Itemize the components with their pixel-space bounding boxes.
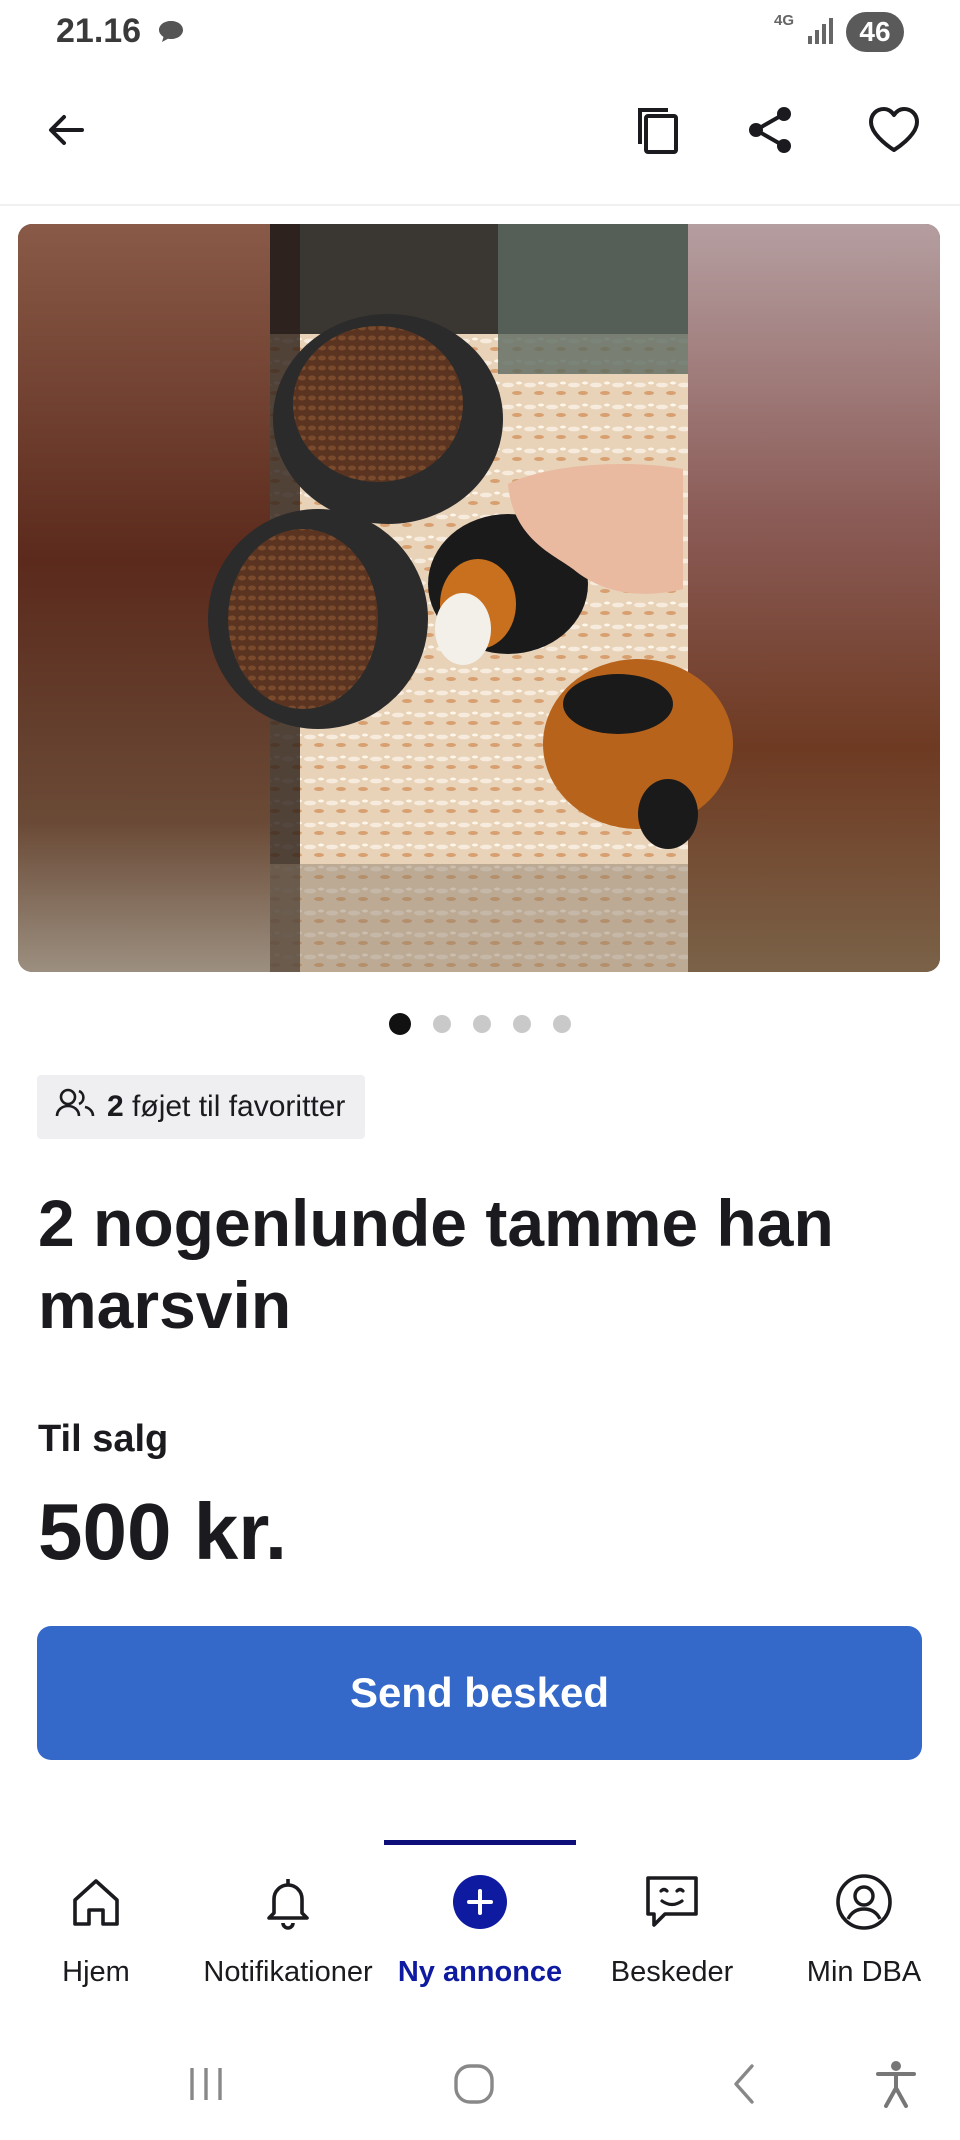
- nav-home-label: Hjem: [62, 1956, 130, 1988]
- top-app-bar: [0, 64, 960, 206]
- message-icon: [640, 1870, 704, 1934]
- back-button[interactable]: [30, 96, 102, 168]
- recent-apps-button[interactable]: [184, 2062, 228, 2111]
- favorites-badge: 2 føjet til favoritter: [37, 1075, 366, 1139]
- carousel-dot[interactable]: [473, 1015, 491, 1033]
- nav-notifications-label: Notifikationer: [203, 1956, 373, 1988]
- copy-icon: [634, 104, 682, 161]
- status-time: 21.16: [56, 12, 142, 50]
- bell-icon: [256, 1870, 320, 1934]
- active-tab-indicator: [384, 1840, 576, 1845]
- profile-icon: [832, 1870, 896, 1934]
- home-circle-icon: [454, 2064, 494, 2104]
- accessibility-icon: [876, 2061, 916, 2108]
- home-icon: [64, 1870, 128, 1934]
- system-navigation-bar: [0, 2040, 960, 2140]
- favorite-button[interactable]: [858, 96, 930, 168]
- nav-profile[interactable]: Min DBA: [768, 1870, 960, 2010]
- recents-icon: [190, 2068, 222, 2100]
- accessibility-button[interactable]: [874, 2060, 918, 2113]
- people-icon: [55, 1088, 95, 1126]
- status-bar: 21.16 4G 46: [0, 0, 960, 64]
- nav-messages-label: Beskeder: [610, 1956, 734, 1988]
- chevron-left-icon: [734, 2064, 754, 2104]
- nav-messages[interactable]: Beskeder: [576, 1870, 768, 2010]
- carousel-indicator: [0, 1010, 960, 1038]
- listing-status: Til salg: [38, 1418, 169, 1460]
- share-button[interactable]: [734, 96, 806, 168]
- nav-home[interactable]: Hjem: [0, 1870, 192, 2010]
- plus-icon: [448, 1870, 512, 1934]
- heart-icon: [867, 106, 921, 159]
- arrow-left-icon: [44, 108, 88, 157]
- signal-icon: [806, 16, 836, 46]
- favorites-text: føjet til favoritter: [132, 1090, 346, 1123]
- carousel-dot[interactable]: [513, 1015, 531, 1033]
- listing-price: 500 kr.: [38, 1487, 288, 1576]
- home-system-button[interactable]: [452, 2062, 496, 2111]
- listing-title: 2 nogenlunde tamme han marsvin: [38, 1186, 834, 1342]
- carousel-dot[interactable]: [553, 1015, 571, 1033]
- carousel-dot[interactable]: [433, 1015, 451, 1033]
- nav-new-listing[interactable]: Ny annonce: [384, 1870, 576, 2010]
- chat-notification-icon: [156, 18, 186, 46]
- favorites-count: 2: [107, 1090, 124, 1123]
- copy-button[interactable]: [622, 96, 694, 168]
- network-type: 4G: [774, 12, 795, 29]
- nav-notifications[interactable]: Notifikationer: [192, 1870, 384, 2010]
- battery-indicator: 46: [846, 12, 904, 52]
- share-icon: [746, 105, 794, 160]
- back-system-button[interactable]: [724, 2062, 768, 2111]
- guinea-pig-photo: [18, 224, 940, 972]
- nav-profile-label: Min DBA: [806, 1956, 922, 1988]
- carousel-dot-active[interactable]: [389, 1013, 411, 1035]
- listing-image-carousel[interactable]: [18, 224, 940, 972]
- send-message-button[interactable]: Send besked: [37, 1626, 922, 1760]
- nav-new-listing-label: Ny annonce: [397, 1956, 563, 1988]
